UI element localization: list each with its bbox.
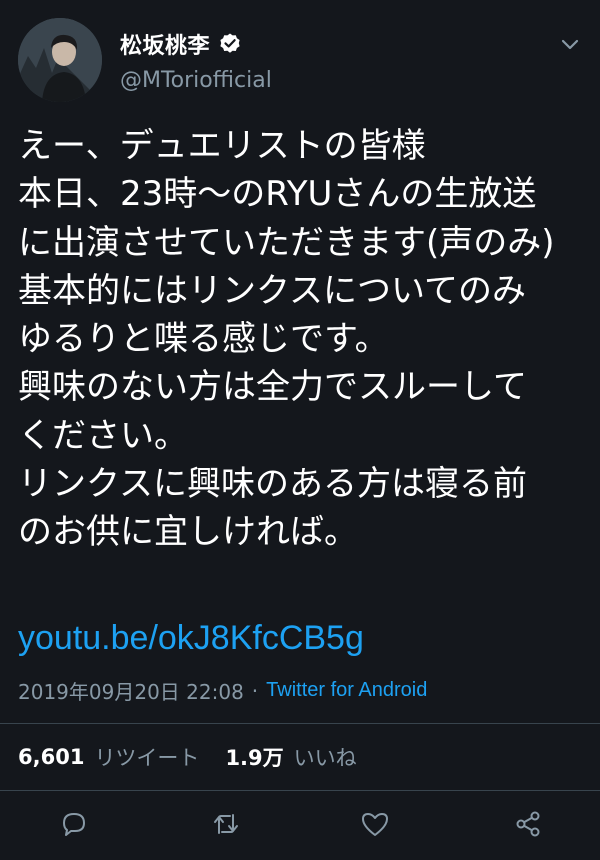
retweets-count[interactable]: 6,601 bbox=[18, 745, 84, 769]
like-button[interactable] bbox=[359, 808, 391, 840]
reply-button[interactable] bbox=[58, 808, 90, 840]
likes-count[interactable]: 1.9万 bbox=[225, 742, 283, 772]
retweet-button[interactable] bbox=[210, 808, 242, 840]
share-button[interactable] bbox=[512, 808, 544, 840]
avatar-photo bbox=[18, 18, 102, 102]
avatar[interactable] bbox=[18, 18, 102, 102]
source-link[interactable]: Twitter for Android bbox=[266, 679, 427, 702]
action-bar bbox=[0, 808, 600, 848]
chevron-down-icon[interactable] bbox=[558, 32, 582, 56]
likes-label[interactable]: いいね bbox=[294, 742, 357, 772]
tweet-meta: 2019年09月20日 22:08 · Twitter for Android bbox=[18, 676, 427, 705]
tweet-header: 松坂桃李 @MToriofficial bbox=[18, 18, 582, 108]
author-name-row[interactable]: 松坂桃李 bbox=[120, 28, 242, 60]
tweet-stats: 6,601 リツイート 1.9万 いいね bbox=[18, 742, 357, 772]
meta-separator: · bbox=[251, 678, 259, 703]
timestamp[interactable]: 2019年09月20日 22:08 bbox=[18, 676, 244, 705]
tweet-link[interactable]: youtu.be/okJ8KfcCB5g bbox=[18, 614, 364, 662]
retweet-icon bbox=[214, 814, 238, 834]
heart-icon bbox=[362, 813, 388, 836]
display-name[interactable]: 松坂桃李 bbox=[120, 28, 210, 60]
divider bbox=[0, 723, 600, 724]
tweet-text: えー、デュエリストの皆様 本日、23時〜のRYUさんの生放送 に出演させていただ… bbox=[18, 126, 555, 553]
tweet-detail: 松坂桃李 @MToriofficial えー、デュエリストの皆様 本日、23時〜… bbox=[0, 0, 600, 860]
verified-badge-icon bbox=[220, 33, 240, 53]
reply-icon bbox=[63, 813, 85, 836]
share-icon bbox=[516, 811, 540, 837]
author-handle[interactable]: @MToriofficial bbox=[120, 68, 272, 93]
retweets-label[interactable]: リツイート bbox=[94, 742, 199, 772]
divider bbox=[0, 790, 600, 791]
